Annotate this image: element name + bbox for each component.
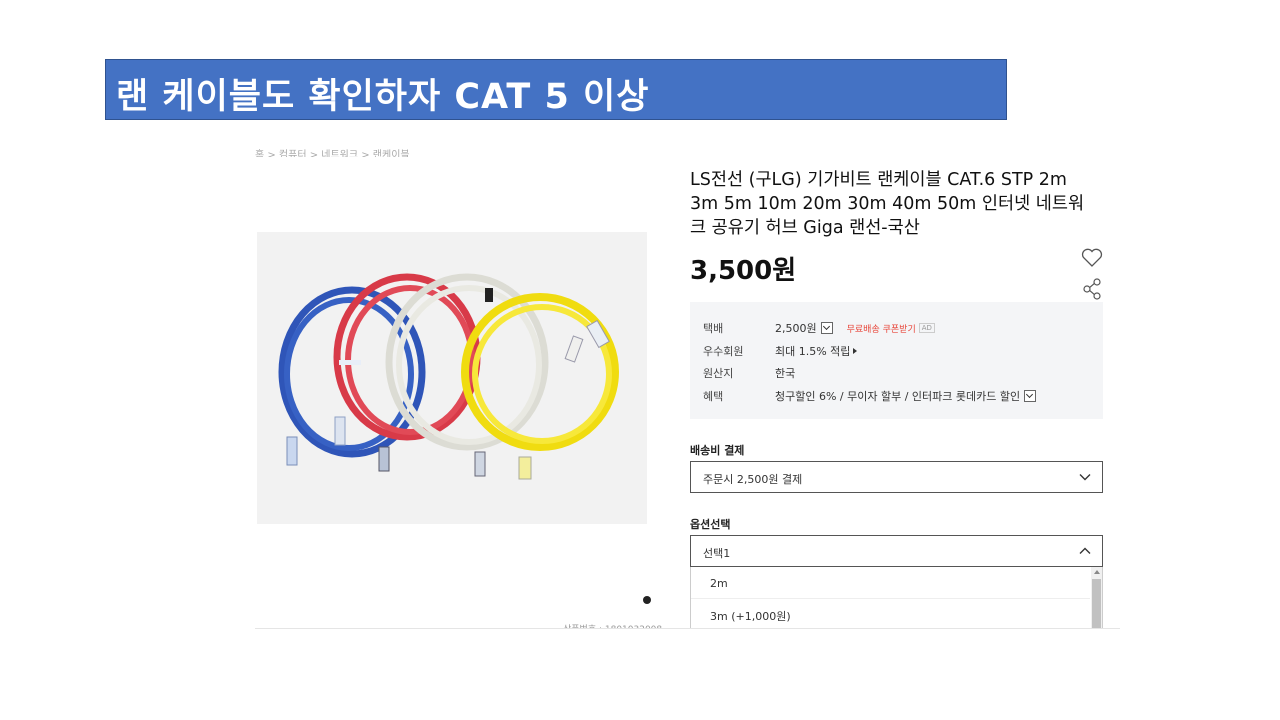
title-banner: 랜 케이블도 확인하자 CAT 5 이상 — [105, 59, 1007, 120]
shipping-info-box: 택배 2,500원 무료배송 쿠폰받기 AD 우수회원 최대 1.5% 적립 원… — [690, 302, 1103, 419]
benefit-label: 혜택 — [703, 390, 724, 403]
benefit-row: 혜택 청구할인 6% / 무이자 할부 / 인터파크 롯데카드 할인 — [703, 388, 1037, 404]
product-price: 3,500원 — [690, 256, 797, 286]
free-shipping-coupon-link[interactable]: 무료배송 쿠폰받기 — [847, 322, 916, 335]
delivery-label: 택배 — [703, 322, 724, 335]
delivery-row: 택배 2,500원 무료배송 쿠폰받기 AD — [703, 320, 935, 336]
option-select-label: 옵션선택 — [690, 518, 731, 531]
ad-badge: AD — [918, 323, 935, 333]
origin-label: 원산지 — [703, 367, 734, 380]
option-select[interactable]: 선택1 — [690, 535, 1103, 567]
scroll-up-arrow-icon[interactable] — [1094, 570, 1100, 574]
option-dropdown-list: 2m 3m (+1,000원) — [690, 567, 1103, 628]
option-scrollbar[interactable] — [1091, 567, 1102, 628]
member-row: 우수회원 최대 1.5% 적립 — [703, 343, 858, 359]
banner-title: 랜 케이블도 확인하자 CAT 5 이상 — [116, 77, 650, 117]
chevron-down-icon — [1079, 474, 1091, 481]
product-title: LS전선 (구LG) 기가비트 랜케이블 CAT.6 STP 2m 3m 5m … — [690, 170, 1085, 238]
option-item[interactable]: 2m — [710, 577, 728, 590]
share-icon[interactable] — [1080, 276, 1104, 300]
benefit-value: 청구할인 6% / 무이자 할부 / 인터파크 롯데카드 할인 — [775, 390, 1021, 403]
caret-right-icon[interactable] — [853, 348, 858, 354]
image-pager-dot[interactable] — [643, 596, 651, 604]
origin-value: 한국 — [775, 367, 796, 380]
delivery-fee: 2,500원 — [775, 322, 817, 335]
delivery-dropdown-icon[interactable] — [820, 322, 833, 334]
product-image — [257, 232, 647, 524]
scroll-thumb[interactable] — [1092, 579, 1101, 628]
member-label: 우수회원 — [703, 345, 744, 358]
shipping-payment-value: 주문시 2,500원 결제 — [703, 473, 803, 486]
shipping-payment-label: 배송비 결제 — [690, 444, 745, 457]
divider — [255, 628, 1120, 629]
option-item[interactable]: 3m (+1,000원) — [710, 608, 791, 624]
breadcrumb[interactable]: 홈 > 컴퓨터 > 네트워크 > 랜케이블 — [255, 146, 410, 157]
heart-icon[interactable] — [1080, 246, 1104, 270]
option-divider — [691, 598, 1090, 599]
benefit-dropdown-icon[interactable] — [1024, 390, 1037, 402]
option-select-value: 선택1 — [703, 547, 731, 560]
member-points[interactable]: 최대 1.5% 적립 — [775, 343, 850, 359]
lan-cables-photo — [257, 232, 647, 524]
shipping-payment-select[interactable]: 주문시 2,500원 결제 — [690, 461, 1103, 493]
origin-row: 원산지 한국 — [703, 365, 795, 381]
chevron-up-icon — [1079, 547, 1091, 554]
